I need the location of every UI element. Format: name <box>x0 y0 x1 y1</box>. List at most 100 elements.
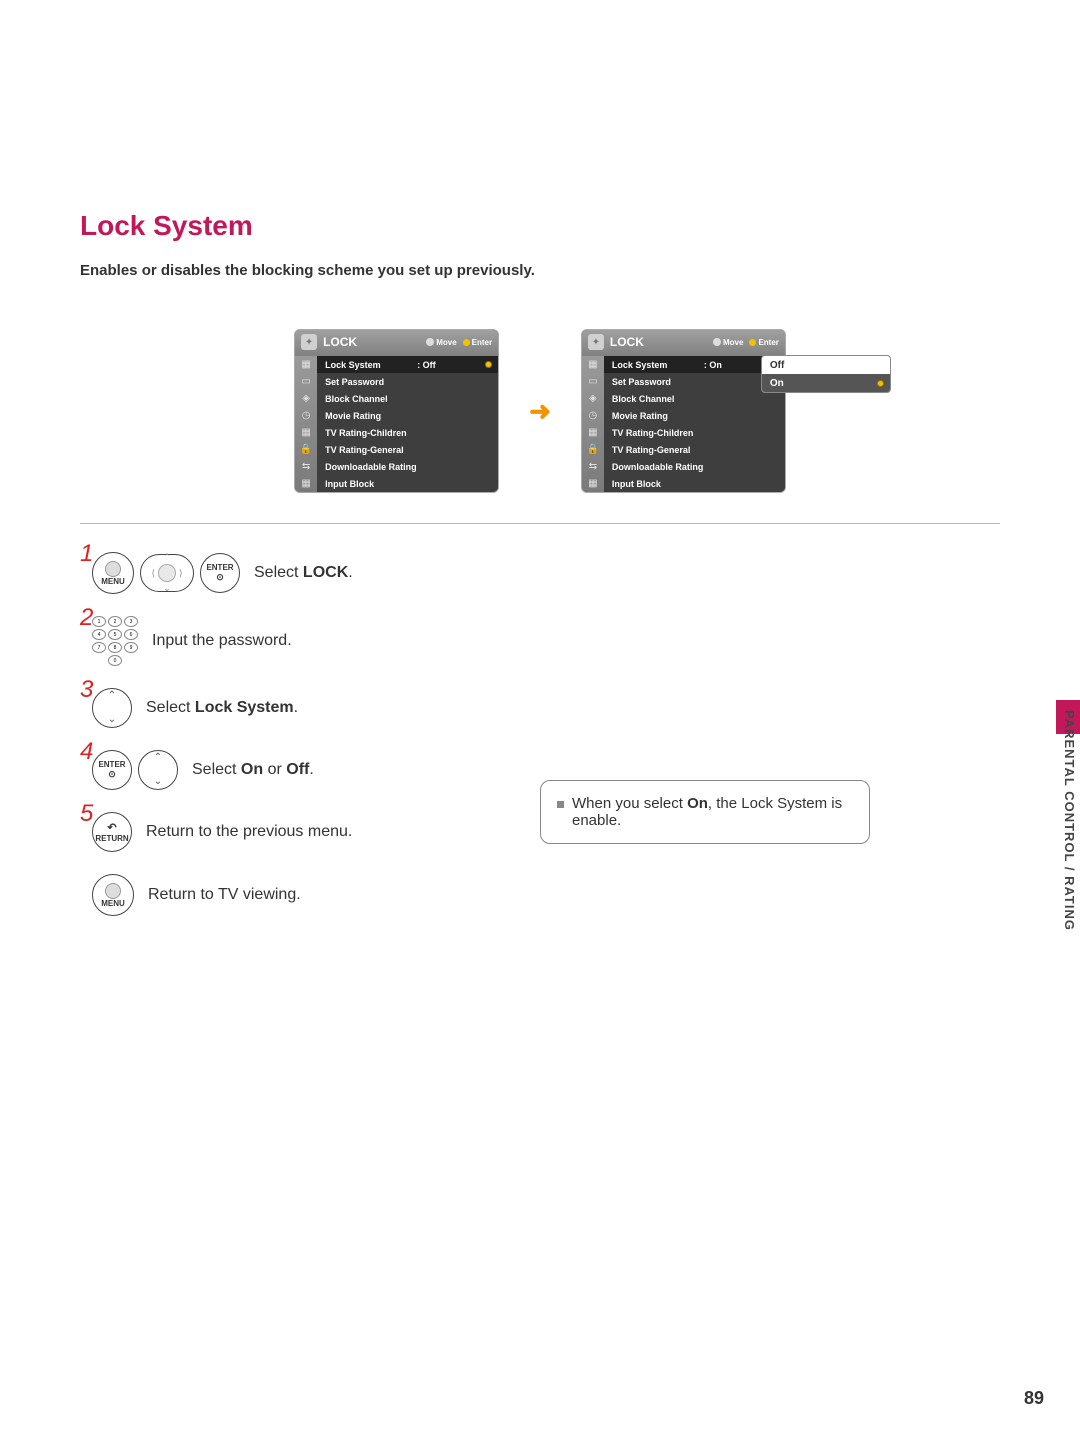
step-text: Select On or Off. <box>192 761 314 779</box>
enter-icon <box>749 339 756 346</box>
osd-value: : On <box>704 360 722 370</box>
menu-category-icon: ✦ <box>588 334 604 350</box>
step-text: Select Lock System. <box>146 699 298 717</box>
hint-enter: Enter <box>749 338 778 347</box>
chevron-down-icon: ⌄ <box>154 779 162 785</box>
osd-item[interactable]: TV Rating-General <box>317 441 498 458</box>
osd-item[interactable]: TV Rating-General <box>604 441 785 458</box>
button-ring-icon <box>105 561 121 577</box>
step-text: Return to TV viewing. <box>148 886 301 904</box>
osd-item[interactable]: Block Channel <box>317 390 498 407</box>
chevron-up-icon: ⌃ <box>108 693 116 699</box>
step-text: Select LOCK. <box>254 564 353 582</box>
step-text: Return to the previous menu. <box>146 823 352 841</box>
button-ring-icon <box>105 883 121 899</box>
step-3: 3 ⌃ ⌄ Select Lock System. <box>80 688 1000 728</box>
up-down-button[interactable]: ⌃ ⌄ <box>92 688 132 728</box>
sidebar-icon: ⇆ <box>582 458 604 475</box>
sidebar-icon: ◈ <box>295 390 317 407</box>
return-button[interactable]: ↶ RETURN <box>92 812 132 852</box>
osd-item[interactable]: TV Rating-Children <box>604 424 785 441</box>
menu-button[interactable]: MENU <box>92 874 134 916</box>
osd-item[interactable]: Set Password <box>317 373 498 390</box>
key[interactable]: 3 <box>124 616 138 627</box>
enter-dot-icon <box>877 380 884 387</box>
sidebar-icon: ▦ <box>582 424 604 441</box>
osd-sidebar: ▦ ▭ ◈ ◷ ▦ 🔒 ⇆ ▦ <box>295 356 317 492</box>
sidebar-icon: ◷ <box>582 407 604 424</box>
osd-header: ✦ LOCK Move Enter <box>582 330 785 356</box>
sidebar-lock-icon: 🔒 <box>582 441 604 458</box>
osd-item-lock-system[interactable]: Lock System : On <box>604 356 785 373</box>
up-down-button[interactable]: ⌃ ⌄ <box>138 750 178 790</box>
sidebar-icon: ▦ <box>295 356 317 373</box>
steps-list: 1 MENU ⟨ ⌃ ⌄ ⟩ ENTER ⊙ <box>80 552 1000 916</box>
note-text: When you select On, the Lock System is e… <box>572 795 853 829</box>
key[interactable]: 9 <box>124 642 138 653</box>
osd-title: LOCK <box>610 335 644 349</box>
section-tab: PARENTAL CONTROL / RATING <box>1056 700 1080 941</box>
dpad-button[interactable]: ⟨ ⌃ ⌄ ⟩ <box>140 554 194 592</box>
osd-sidebar: ▦ ▭ ◈ ◷ ▦ 🔒 ⇆ ▦ <box>582 356 604 492</box>
step-menu: MENU Return to TV viewing. <box>80 874 1000 916</box>
osd-row: ✦ LOCK Move Enter ▦ ▭ ◈ ◷ ▦ 🔒 ⇆ ▦ <box>80 329 1000 493</box>
submenu-option-on[interactable]: On <box>762 374 890 392</box>
osd-item[interactable]: Input Block <box>317 475 498 492</box>
step-2: 2 1 2 3 4 5 6 7 8 9 0 Input the password <box>80 616 1000 666</box>
move-icon <box>426 338 434 346</box>
sidebar-icon: ▦ <box>582 356 604 373</box>
osd-right: ✦ LOCK Move Enter ▦ ▭ ◈ ◷ ▦ 🔒 <box>581 329 786 493</box>
osd-item[interactable]: Set Password <box>604 373 785 390</box>
key[interactable]: 7 <box>92 642 106 653</box>
key[interactable]: 2 <box>108 616 122 627</box>
osd-list: Lock System : On Set Password Block Chan… <box>604 356 785 492</box>
sidebar-icon: ▦ <box>582 475 604 492</box>
step-number: 2 <box>80 604 93 632</box>
osd-item[interactable]: Movie Rating <box>604 407 785 424</box>
key[interactable]: 8 <box>108 642 122 653</box>
menu-button[interactable]: MENU <box>92 552 134 594</box>
chevron-up-icon: ⌃ <box>163 552 171 563</box>
note-box: When you select On, the Lock System is e… <box>540 780 870 844</box>
key[interactable]: 4 <box>92 629 106 640</box>
submenu-option-off[interactable]: Off <box>762 356 890 374</box>
chevron-right-icon: ⟩ <box>179 568 183 579</box>
manual-page: Lock System Enables or disables the bloc… <box>0 0 1080 1439</box>
sidebar-icon: ▭ <box>582 373 604 390</box>
osd-list: Lock System : Off Set Password Block Cha… <box>317 356 498 492</box>
osd-value: : Off <box>417 360 436 370</box>
arrow-right-icon: ➜ <box>529 396 551 427</box>
bullet-icon <box>557 801 564 808</box>
menu-category-icon: ✦ <box>301 334 317 350</box>
osd-body: ▦ ▭ ◈ ◷ ▦ 🔒 ⇆ ▦ Lock System : On <box>582 356 785 492</box>
key[interactable]: 1 <box>92 616 106 627</box>
page-title: Lock System <box>80 210 1000 242</box>
osd-item[interactable]: Input Block <box>604 475 785 492</box>
osd-item[interactable]: Movie Rating <box>317 407 498 424</box>
enter-button[interactable]: ENTER ⊙ <box>92 750 132 790</box>
sidebar-icon: ⇆ <box>295 458 317 475</box>
chevron-down-icon: ⌄ <box>163 583 171 594</box>
osd-item[interactable]: TV Rating-Children <box>317 424 498 441</box>
divider <box>80 523 1000 524</box>
osd-item[interactable]: Downloadable Rating <box>317 458 498 475</box>
osd-item[interactable]: Block Channel <box>604 390 785 407</box>
step-number: 1 <box>80 540 93 568</box>
step-number: 3 <box>80 676 93 704</box>
hint-enter: Enter <box>463 338 492 347</box>
hint-move: Move <box>713 338 743 347</box>
key[interactable]: 0 <box>108 655 122 666</box>
step-text: Input the password. <box>152 632 292 650</box>
sidebar-icon: ◷ <box>295 407 317 424</box>
chevron-left-icon: ⟨ <box>151 568 155 579</box>
dpad-center-icon <box>158 564 176 582</box>
osd-title: LOCK <box>323 335 357 349</box>
enter-dot-icon <box>485 361 492 368</box>
osd-item-lock-system[interactable]: Lock System : Off <box>317 356 498 373</box>
number-keypad[interactable]: 1 2 3 4 5 6 7 8 9 0 <box>92 616 138 666</box>
osd-submenu: Off On <box>761 355 891 393</box>
key[interactable]: 6 <box>124 629 138 640</box>
key[interactable]: 5 <box>108 629 122 640</box>
osd-item[interactable]: Downloadable Rating <box>604 458 785 475</box>
enter-button[interactable]: ENTER ⊙ <box>200 553 240 593</box>
